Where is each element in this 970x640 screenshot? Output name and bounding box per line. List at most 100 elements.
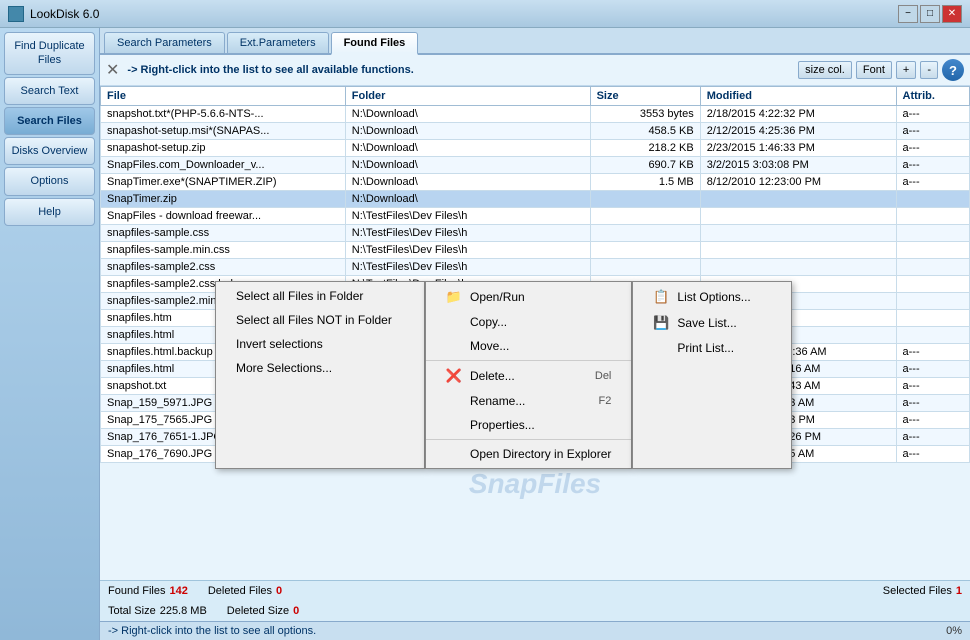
found-files-value: 142 xyxy=(169,585,187,597)
found-files-label: Found Files xyxy=(108,585,165,597)
menu-move[interactable]: Move... xyxy=(426,334,631,358)
cell-attrib: a--- xyxy=(896,106,969,123)
col-header-attrib[interactable]: Attrib. xyxy=(896,87,969,106)
table-row[interactable]: SnapFiles.com_Downloader_v...N:\Download… xyxy=(101,157,970,174)
cell-file: SnapTimer.exe*(SNAPTIMER.ZIP) xyxy=(101,174,346,191)
table-row[interactable]: SnapTimer.exe*(SNAPTIMER.ZIP)N:\Download… xyxy=(101,174,970,191)
col-header-file[interactable]: File xyxy=(101,87,346,106)
cell-attrib: a--- xyxy=(896,344,969,361)
minimize-button[interactable]: − xyxy=(898,5,918,23)
cell-modified: 2/18/2015 4:22:32 PM xyxy=(700,106,896,123)
cell-size: 458.5 KB xyxy=(590,123,700,140)
bottom-bar: -> Right-click into the list to see all … xyxy=(100,621,970,640)
tab-bar: Search Parameters Ext.Parameters Found F… xyxy=(100,28,970,55)
menu-rename[interactable]: Rename... F2 xyxy=(426,389,631,413)
cell-attrib: a--- xyxy=(896,361,969,378)
cell-attrib xyxy=(896,310,969,327)
menu-select-all-folder[interactable]: Select all Files in Folder xyxy=(216,284,424,308)
status-deleted-size: Deleted Size 0 xyxy=(227,605,300,617)
font-minus-button[interactable]: - xyxy=(920,61,938,79)
cell-attrib: a--- xyxy=(896,395,969,412)
table-row[interactable]: snapfiles-sample2.cssN:\TestFiles\Dev Fi… xyxy=(101,259,970,276)
cell-file: SnapTimer.zip xyxy=(101,191,346,208)
menu-sep-2 xyxy=(426,439,631,440)
menu-properties[interactable]: Properties... xyxy=(426,413,631,437)
cell-attrib: a--- xyxy=(896,412,969,429)
col-header-size[interactable]: Size xyxy=(590,87,700,106)
table-row[interactable]: snapfiles-sample.min.cssN:\TestFiles\Dev… xyxy=(101,242,970,259)
col-header-folder[interactable]: Folder xyxy=(345,87,590,106)
cell-folder: N:\Download\ xyxy=(345,157,590,174)
close-button[interactable]: ✕ xyxy=(942,5,962,23)
menu-sep-1 xyxy=(426,360,631,361)
cell-file: snapashot-setup.zip xyxy=(101,140,346,157)
cell-folder: N:\TestFiles\Dev Files\h xyxy=(345,225,590,242)
cell-size xyxy=(590,242,700,259)
context-menu-left: Select all Files in Folder Select all Fi… xyxy=(215,281,425,469)
tab-search-parameters[interactable]: Search Parameters xyxy=(104,32,225,53)
font-plus-button[interactable]: + xyxy=(896,61,916,79)
menu-open-directory[interactable]: Open Directory in Explorer xyxy=(426,442,631,466)
tab-ext-parameters[interactable]: Ext.Parameters xyxy=(227,32,329,53)
cell-size: 3553 bytes xyxy=(590,106,700,123)
context-menu-right: 📁 Open/Run Copy... Move... xyxy=(425,281,632,469)
help-button[interactable]: ? xyxy=(942,59,964,81)
cell-file: snapfiles-sample.css xyxy=(101,225,346,242)
total-size-label: Total Size xyxy=(108,605,156,617)
cell-modified: 8/12/2010 12:23:00 PM xyxy=(700,174,896,191)
sidebar-item-disks-overview[interactable]: Disks Overview xyxy=(4,137,95,165)
menu-more-selections[interactable]: More Selections... xyxy=(216,356,424,380)
delete-icon: ❌ xyxy=(446,368,462,384)
table-row[interactable]: snapashot-setup.zipN:\Download\218.2 KB2… xyxy=(101,140,970,157)
deleted-files-value: 0 xyxy=(276,585,282,597)
menu-list-options[interactable]: 📋 List Options... xyxy=(633,284,791,310)
col-header-modified[interactable]: Modified xyxy=(700,87,896,106)
cell-modified: 2/23/2015 1:46:33 PM xyxy=(700,140,896,157)
size-col-button[interactable]: size col. xyxy=(798,61,852,79)
menu-open-run[interactable]: 📁 Open/Run xyxy=(426,284,631,310)
cell-attrib: a--- xyxy=(896,140,969,157)
cell-folder: N:\Download\ xyxy=(345,191,590,208)
status-bar-2: Total Size 225.8 MB Deleted Size 0 xyxy=(100,601,970,621)
menu-invert-selections[interactable]: Invert selections xyxy=(216,332,424,356)
menu-select-not-folder[interactable]: Select all Files NOT in Folder xyxy=(216,308,424,332)
cell-file: snapshot.txt*(PHP-5.6.6-NTS-... xyxy=(101,106,346,123)
cell-attrib xyxy=(896,242,969,259)
cell-attrib: a--- xyxy=(896,123,969,140)
sidebar-item-find-duplicate[interactable]: Find Duplicate Files xyxy=(4,32,95,75)
sidebar-item-search-files[interactable]: Search Files xyxy=(4,107,95,135)
table-row[interactable]: snapfiles-sample.cssN:\TestFiles\Dev Fil… xyxy=(101,225,970,242)
table-row[interactable]: SnapFiles - download freewar...N:\TestFi… xyxy=(101,208,970,225)
tab-found-files[interactable]: Found Files xyxy=(331,32,419,55)
context-menu-secondary: 📋 List Options... 💾 Save List... Print L… xyxy=(632,281,792,469)
table-header-row: File Folder Size Modified Attrib. xyxy=(101,87,970,106)
font-button[interactable]: Font xyxy=(856,61,892,79)
sidebar-item-help[interactable]: Help xyxy=(4,198,95,226)
menu-delete[interactable]: ❌ Delete... Del xyxy=(426,363,631,389)
table-row[interactable]: snapshot.txt*(PHP-5.6.6-NTS-...N:\Downlo… xyxy=(101,106,970,123)
cell-file: snapfiles-sample2.css xyxy=(101,259,346,276)
app-title: LookDisk 6.0 xyxy=(30,7,99,21)
cell-folder: N:\TestFiles\Dev Files\h xyxy=(345,208,590,225)
table-row[interactable]: snapashot-setup.msi*(SNAPAS...N:\Downloa… xyxy=(101,123,970,140)
cell-attrib xyxy=(896,225,969,242)
cell-size: 690.7 KB xyxy=(590,157,700,174)
menu-print-list[interactable]: Print List... xyxy=(633,336,791,360)
cell-attrib: a--- xyxy=(896,378,969,395)
cell-file: snapfiles-sample.min.css xyxy=(101,242,346,259)
cell-attrib xyxy=(896,276,969,293)
cell-size xyxy=(590,259,700,276)
status-deleted-files: Deleted Files 0 xyxy=(208,585,282,597)
file-list-container: File Folder Size Modified Attrib. snapsh… xyxy=(100,86,970,580)
deleted-size-value: 0 xyxy=(293,605,299,617)
menu-copy[interactable]: Copy... xyxy=(426,310,631,334)
table-row[interactable]: SnapTimer.zipN:\Download\ xyxy=(101,191,970,208)
maximize-button[interactable]: □ xyxy=(920,5,940,23)
cell-size: 1.5 MB xyxy=(590,174,700,191)
close-panel-button[interactable]: ✕ xyxy=(106,60,119,80)
sidebar-item-options[interactable]: Options xyxy=(4,167,95,195)
sidebar-item-search-text[interactable]: Search Text xyxy=(4,77,95,105)
menu-save-list[interactable]: 💾 Save List... xyxy=(633,310,791,336)
cell-modified xyxy=(700,225,896,242)
cell-modified: 2/12/2015 4:25:36 PM xyxy=(700,123,896,140)
